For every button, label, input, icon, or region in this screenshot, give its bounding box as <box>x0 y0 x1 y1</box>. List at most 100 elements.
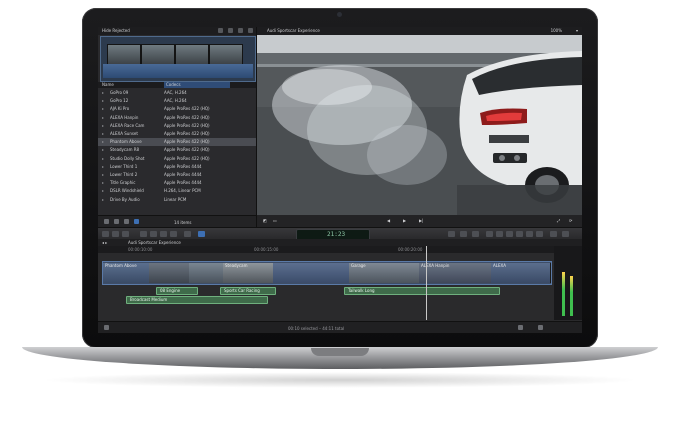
playhead[interactable] <box>426 246 427 320</box>
generators-icon[interactable] <box>526 231 533 237</box>
filmstrip-view-icon[interactable] <box>134 219 139 224</box>
audio-clip[interactable]: 08 Engine <box>156 287 198 295</box>
clip-row[interactable]: ▸ Steadycam R8 Apple ProRes 422 (HQ) <box>98 146 256 154</box>
list-view-icon[interactable] <box>124 219 129 224</box>
timeline-clip[interactable] <box>189 263 224 283</box>
append-clip-icon[interactable] <box>160 231 167 237</box>
video-frame[interactable] <box>257 35 582 215</box>
audio-clip[interactable]: Sports Car Racing <box>220 287 276 295</box>
overwrite-clip-icon[interactable] <box>170 231 177 237</box>
viewer-options-icon[interactable]: ▾ <box>576 28 578 33</box>
loop-icon[interactable]: ⟳ <box>569 218 574 223</box>
play-icon[interactable]: ▶ <box>403 218 408 223</box>
timeline-clip[interactable]: Steadycam <box>223 263 274 283</box>
photos-icon[interactable] <box>496 231 503 237</box>
disclosure-triangle-icon[interactable]: ▸ <box>102 131 104 136</box>
timeline-clip[interactable] <box>273 263 350 283</box>
list-column-headers: Name Codecs <box>98 82 256 88</box>
clip-codec: Apple ProRes 422 (HQ) <box>164 139 210 145</box>
disclosure-triangle-icon[interactable]: ▸ <box>102 139 104 144</box>
background-tasks-icon[interactable] <box>562 231 569 237</box>
disclosure-triangle-icon[interactable]: ▸ <box>102 115 104 120</box>
grid-icon[interactable] <box>218 28 223 33</box>
clip-row[interactable]: ▸ Title Graphic Apple ProRes 4444 <box>98 179 256 187</box>
effects-icon[interactable] <box>486 231 493 237</box>
clip-appearance-icon[interactable] <box>228 28 233 33</box>
import-icon[interactable] <box>102 231 109 237</box>
clip-row[interactable]: ▸ Studio Dolly Shot Apple ProRes 422 (HQ) <box>98 155 256 163</box>
disclosure-triangle-icon[interactable]: ▸ <box>102 172 104 177</box>
zoom-level[interactable]: 100% <box>551 28 562 33</box>
disclosure-triangle-icon[interactable]: ▸ <box>102 164 104 169</box>
disclosure-triangle-icon[interactable]: ▸ <box>102 197 104 202</box>
timeline-clip[interactable]: Phantom Above <box>103 263 150 283</box>
clip-name: ALEXA Hanpin <box>110 114 139 120</box>
enhance-icon[interactable]: ◩ <box>263 218 268 223</box>
keyword-icon[interactable] <box>112 231 119 237</box>
clip-name: GoPro 09 <box>110 90 129 95</box>
clip-row[interactable]: ▸ GoPro 12 AAC, H.264 <box>98 97 256 105</box>
audio-clip[interactable]: Broadcast Medium <box>126 296 268 304</box>
filmstrip-thumb <box>209 44 243 66</box>
clip-row[interactable]: ▸ ALEXA Hanpin Apple ProRes 422 (HQ) <box>98 114 256 122</box>
disclosure-triangle-icon[interactable]: ▸ <box>102 147 104 152</box>
clip-name: ALEXA Sunset <box>110 131 138 136</box>
audio-video-icon[interactable] <box>184 231 191 237</box>
timeline-index-icon[interactable] <box>104 325 109 330</box>
clip-filmstrip[interactable] <box>100 36 256 82</box>
clip-appearance-icon[interactable] <box>538 325 543 330</box>
clip-row[interactable]: ▸ ALEXA Sunset Apple ProRes 422 (HQ) <box>98 130 256 138</box>
audio-clip[interactable]: Tailwalk Long <box>344 287 500 295</box>
timeline-nav-icon[interactable]: ◂ ▸ <box>102 240 107 245</box>
column-name[interactable]: Name <box>102 82 114 87</box>
disclosure-triangle-icon[interactable]: ▸ <box>102 106 104 111</box>
disclosure-triangle-icon[interactable]: ▸ <box>102 180 104 185</box>
inspector-icon[interactable] <box>472 231 479 237</box>
fullscreen-icon[interactable]: ⤢ <box>557 218 562 223</box>
select-tool-icon[interactable] <box>198 231 205 237</box>
sidebar-toggle-icon[interactable] <box>104 219 109 224</box>
clip-codec: Apple ProRes 4444 <box>164 163 202 169</box>
disclosure-triangle-icon[interactable]: ▸ <box>102 156 104 161</box>
clip-row[interactable]: ▸ Lower Third 1 Apple ProRes 4444 <box>98 163 256 171</box>
transform-icon[interactable]: ▭ <box>273 218 278 223</box>
clip-row[interactable]: ▸ AJA Ki Pro Apple ProRes 422 (HQ) <box>98 105 256 113</box>
disclosure-triangle-icon[interactable]: ▸ <box>102 90 104 95</box>
connect-clip-icon[interactable] <box>140 231 147 237</box>
music-icon[interactable] <box>506 231 513 237</box>
clip-codec: Apple ProRes 422 (HQ) <box>164 131 210 136</box>
analyze-icon[interactable] <box>122 231 129 237</box>
timeline-ruler[interactable]: 00:00:10:00 00:00:15:00 00:00:20:00 <box>98 246 554 253</box>
timeline-clip[interactable]: ALEXA Hanpin <box>419 263 492 283</box>
disclosure-triangle-icon[interactable]: ▸ <box>102 188 104 193</box>
clip-row[interactable]: ▸ Lower Third 2 Apple ProRes 4444 <box>98 171 256 179</box>
ruler-tick: 00:00:15:00 <box>254 247 279 252</box>
browser-header: Hide Rejected <box>98 27 256 35</box>
retime-icon[interactable] <box>460 231 467 237</box>
ruler-tick: 00:00:20:00 <box>398 247 423 252</box>
gear-icon[interactable] <box>114 219 119 224</box>
themes-icon[interactable] <box>536 231 543 237</box>
clip-row[interactable]: ▸ Drive By Audio Linear PCM <box>98 196 256 204</box>
titles-icon[interactable] <box>516 231 523 237</box>
clip-row[interactable]: ▸ DSLR Windshield H.264, Linear PCM <box>98 187 256 195</box>
enhancements-icon[interactable] <box>448 231 455 237</box>
share-icon[interactable] <box>550 231 557 237</box>
clip-codec: Apple ProRes 422 (HQ) <box>164 114 210 120</box>
filter-icon[interactable] <box>238 28 243 33</box>
next-frame-icon[interactable]: ▶| <box>419 218 424 223</box>
timeline-clip[interactable]: ALEXA <box>491 263 551 283</box>
clip-row[interactable]: ▸ ALEXA Race Cam Apple ProRes 422 (HQ) <box>98 122 256 130</box>
insert-clip-icon[interactable] <box>150 231 157 237</box>
clip-row[interactable]: ▸ Phantom Above Apple ProRes 422 (HQ) <box>98 138 256 147</box>
zoom-slider-icon[interactable] <box>518 325 523 330</box>
column-codecs[interactable]: Codecs <box>164 82 230 88</box>
search-icon[interactable] <box>248 28 253 33</box>
previous-frame-icon[interactable]: ◀ <box>387 218 392 223</box>
timeline-clip[interactable] <box>149 263 190 283</box>
disclosure-triangle-icon[interactable]: ▸ <box>102 98 104 103</box>
disclosure-triangle-icon[interactable]: ▸ <box>102 123 104 128</box>
timeline-clip[interactable]: Garage <box>349 263 420 283</box>
hide-rejected-filter[interactable]: Hide Rejected <box>102 28 130 33</box>
clip-row[interactable]: ▸ GoPro 09 AAC, H.264 <box>98 89 256 97</box>
